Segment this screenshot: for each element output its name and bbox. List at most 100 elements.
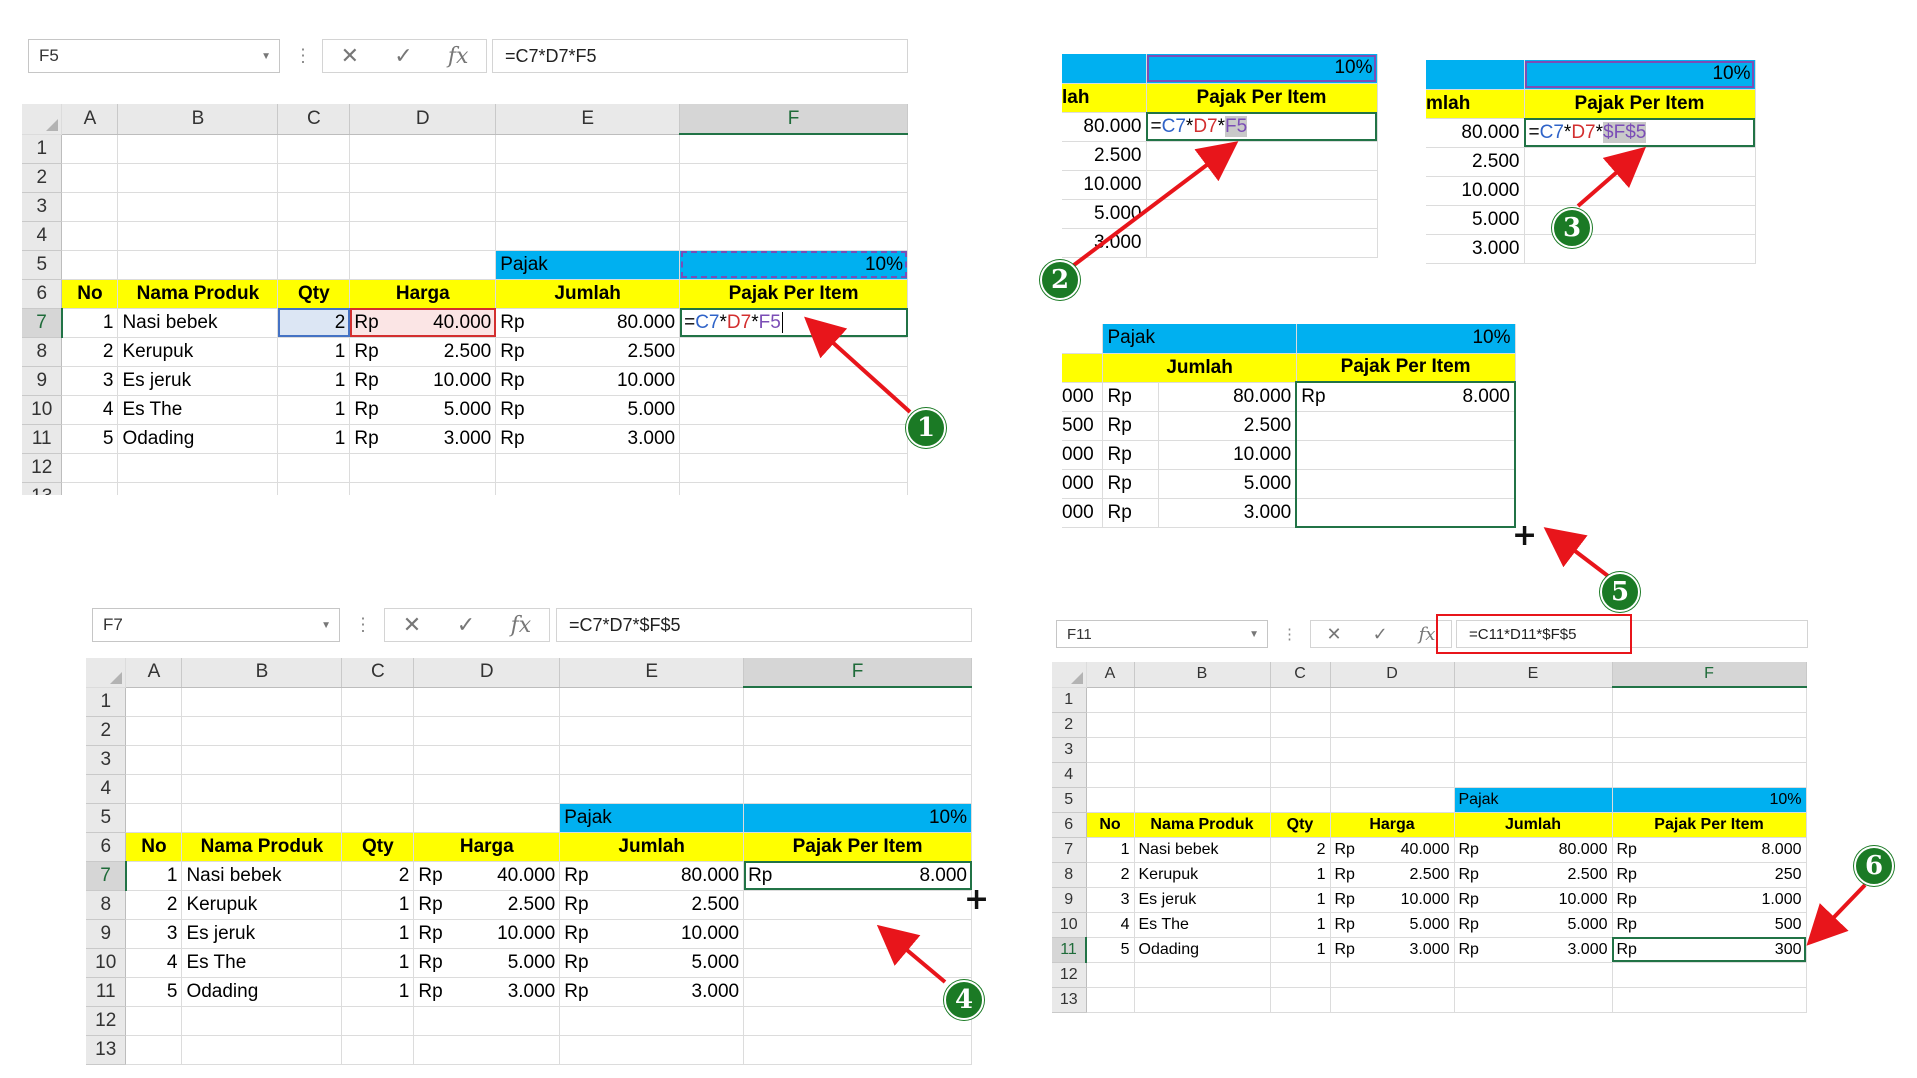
cell[interactable] (117, 453, 279, 483)
row-header-3[interactable]: 3 (86, 745, 127, 775)
jumlah-value[interactable]: 80.000 (1426, 118, 1525, 148)
pajak-rate-cell[interactable]: 10% (1524, 60, 1756, 90)
cell[interactable] (1330, 962, 1455, 988)
cell-qty[interactable]: 1 (1270, 912, 1331, 938)
cell[interactable] (559, 1006, 745, 1036)
row-header-9[interactable]: 9 (1052, 887, 1087, 913)
cell-pajak[interactable]: Rp 8.000 (1612, 837, 1807, 863)
jumlah-value[interactable]: 10.000 (1062, 170, 1147, 200)
cell[interactable] (1612, 687, 1807, 713)
cell[interactable] (559, 687, 745, 717)
cell[interactable] (1612, 712, 1807, 738)
cell-jumlah[interactable]: Rp 2.500 (1454, 862, 1613, 888)
cell[interactable] (679, 337, 908, 367)
row-header-10[interactable]: 10 (22, 395, 63, 425)
cell[interactable] (1086, 787, 1135, 813)
cell[interactable] (125, 803, 183, 833)
cell[interactable] (277, 453, 351, 483)
row-header-2[interactable]: 2 (86, 716, 127, 746)
col-header-f[interactable]: F (743, 658, 972, 688)
cell[interactable] (679, 366, 908, 396)
cell-no[interactable]: 3 (61, 366, 119, 396)
cell-jumlah[interactable]: Rp 3.000 (1454, 937, 1613, 963)
cell-jumlah[interactable]: Rp 3.000 (559, 977, 745, 1007)
formula-input[interactable]: =C7*D7*F5 (492, 39, 908, 73)
cell-pajak[interactable]: Rp 1.000 (1612, 887, 1807, 913)
row-header-2[interactable]: 2 (1052, 712, 1087, 738)
jumlah-value[interactable]: 3.000 (1426, 234, 1525, 264)
cell[interactable] (679, 192, 908, 222)
cell[interactable] (61, 221, 119, 251)
row-header-12[interactable]: 12 (22, 453, 63, 483)
cell[interactable] (413, 687, 561, 717)
cell[interactable] (1134, 762, 1271, 788)
cell[interactable] (743, 774, 972, 804)
cell-pajak[interactable]: Rp 500 (1612, 912, 1807, 938)
cell[interactable] (61, 134, 119, 164)
cell-no[interactable]: 4 (1086, 912, 1135, 938)
cell-no[interactable]: 3 (125, 919, 183, 949)
cell-jumlah[interactable]: Rp 5.000 (495, 395, 681, 425)
cell-qty[interactable]: 1 (1270, 862, 1331, 888)
header-pajak-per-item[interactable]: Pajak Per Item (1146, 83, 1378, 113)
col-header-d[interactable]: D (1330, 662, 1455, 688)
cell[interactable] (181, 1035, 343, 1065)
cell[interactable] (1086, 712, 1135, 738)
pajak-rate-cell[interactable]: 10% (679, 250, 908, 280)
cell-no[interactable]: 2 (1086, 862, 1135, 888)
cell[interactable] (181, 687, 343, 717)
row-header-11[interactable]: 11 (86, 977, 127, 1007)
cell[interactable] (1062, 324, 1104, 354)
cell-qty[interactable]: 2 (341, 861, 415, 891)
row-header-13[interactable]: 13 (1052, 987, 1087, 1013)
cell[interactable] (117, 482, 279, 495)
cell[interactable] (181, 745, 343, 775)
cell-nama[interactable]: Nasi bebek (117, 308, 279, 338)
cell[interactable] (277, 163, 351, 193)
cell-nama[interactable]: Odading (117, 424, 279, 454)
cell[interactable] (61, 192, 119, 222)
cell[interactable] (349, 453, 497, 483)
cell-editing-formula[interactable]: =C7*D7*F5 (1146, 112, 1378, 142)
jumlah-value[interactable]: 3.000 (1062, 228, 1147, 258)
cell[interactable] (1330, 687, 1455, 713)
cell[interactable] (1295, 469, 1516, 499)
cell[interactable] (117, 134, 279, 164)
cell[interactable] (1295, 411, 1516, 441)
header-pajak-per-item[interactable]: Pajak Per Item (743, 832, 972, 862)
cell[interactable] (743, 745, 972, 775)
row-header-7[interactable]: 7 (86, 861, 127, 891)
col-header-b[interactable]: B (1134, 662, 1271, 688)
name-box[interactable]: F11 ▼ (1056, 620, 1268, 648)
cell[interactable] (1086, 762, 1135, 788)
jumlah-value[interactable]: 5.000 (1062, 199, 1147, 229)
cell[interactable] (1454, 737, 1613, 763)
cell[interactable] (349, 482, 497, 495)
select-all-corner[interactable] (22, 104, 63, 135)
jumlah-value[interactable]: 2.500 (1426, 147, 1525, 177)
cell[interactable] (743, 1006, 972, 1036)
cell[interactable] (413, 745, 561, 775)
cell[interactable] (413, 774, 561, 804)
cell[interactable] (1612, 762, 1807, 788)
header-pajak-per-item[interactable]: Pajak Per Item (1296, 353, 1516, 383)
harga-fragment[interactable]: 000 (1062, 382, 1104, 412)
cell[interactable] (679, 482, 908, 495)
enter-icon[interactable]: ✓ (457, 613, 475, 638)
cell[interactable] (743, 977, 972, 1007)
cell[interactable] (1086, 687, 1135, 713)
cell[interactable] (559, 774, 745, 804)
cell[interactable] (495, 134, 681, 164)
row-header-10[interactable]: 10 (1052, 912, 1087, 938)
cell[interactable] (1330, 762, 1455, 788)
header-pajak-per-item[interactable]: Pajak Per Item (1612, 812, 1807, 838)
row-header-1[interactable]: 1 (86, 687, 127, 717)
cell[interactable] (125, 774, 183, 804)
header-jumlah[interactable]: Jumlah (1102, 353, 1297, 383)
harga-fragment[interactable]: 000 (1062, 440, 1104, 470)
pajak-label-cell[interactable]: Pajak (1454, 787, 1613, 813)
cell-nama[interactable]: Nasi bebek (1134, 837, 1271, 863)
cell[interactable] (277, 482, 351, 495)
cell[interactable] (1612, 987, 1807, 1013)
select-all-corner[interactable] (86, 658, 127, 688)
